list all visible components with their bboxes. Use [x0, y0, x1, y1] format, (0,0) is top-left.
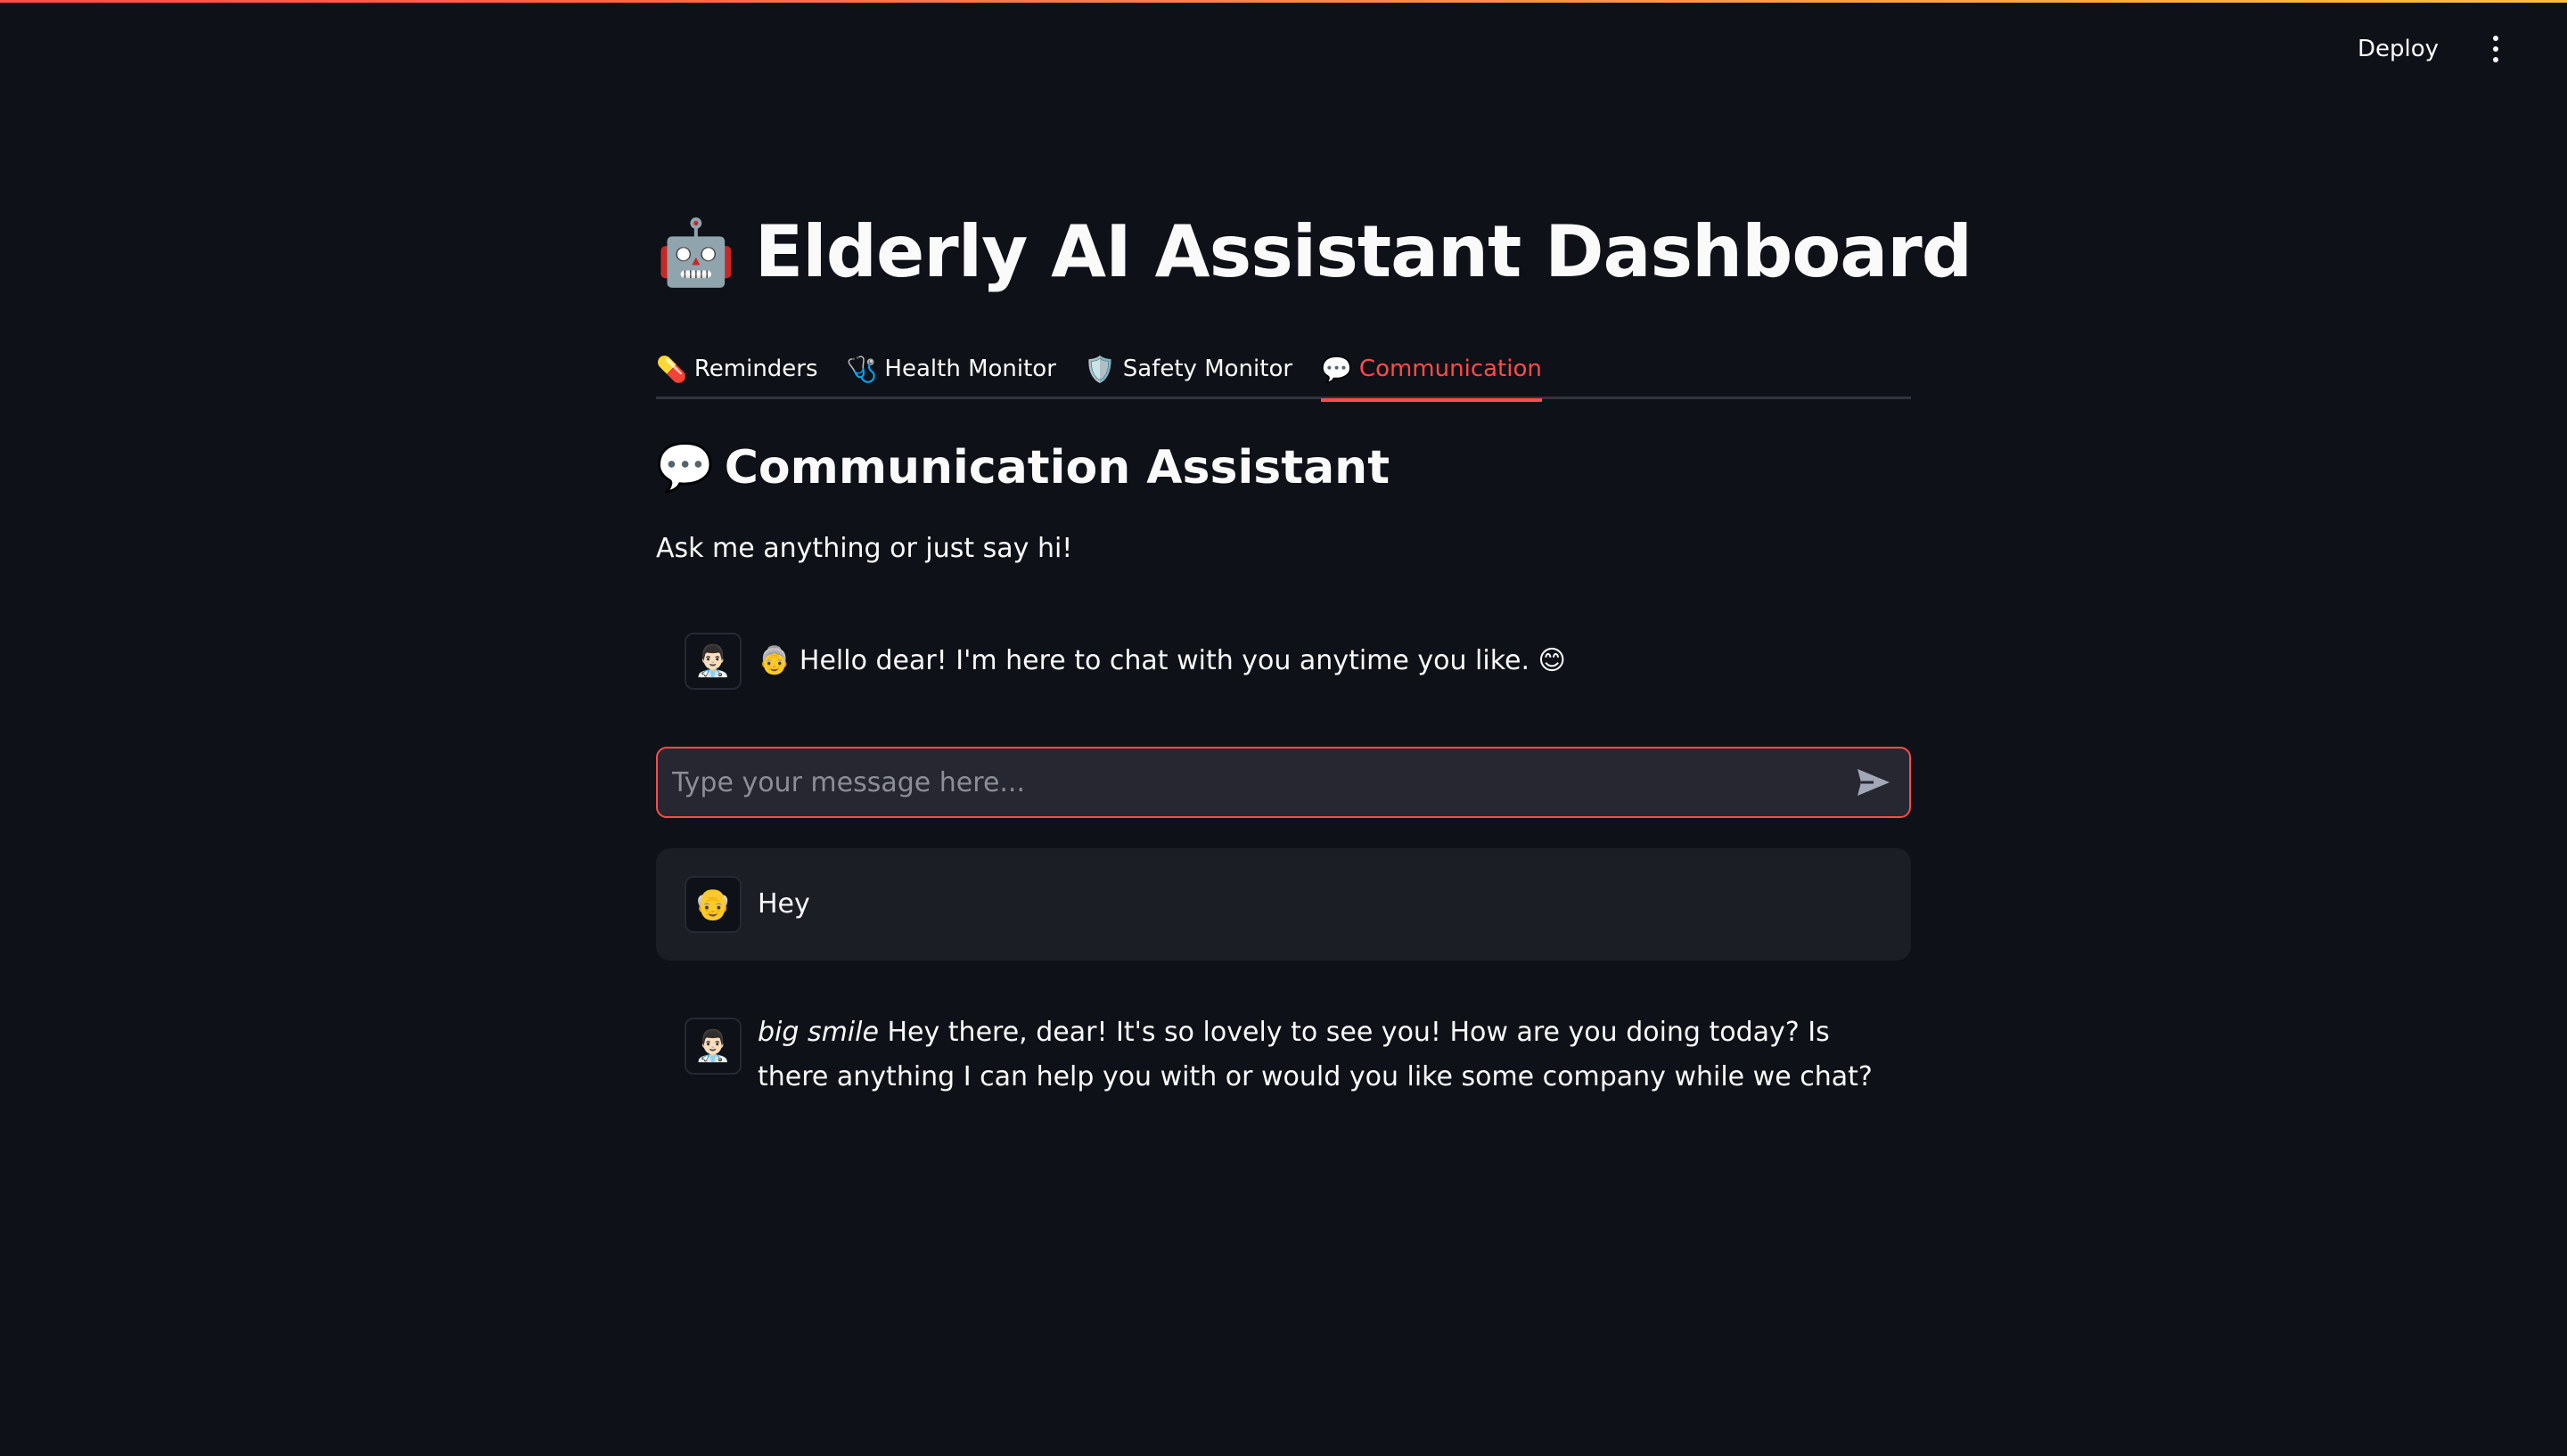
section-title: 💬 Communication Assistant: [656, 440, 1390, 495]
section-title-text: Communication Assistant: [724, 440, 1390, 495]
tab-label: Communication: [1358, 356, 1542, 382]
tab-label: Health Monitor: [884, 356, 1056, 382]
message-text: Hey: [758, 888, 810, 920]
tab-label: Safety Monitor: [1122, 356, 1293, 382]
page-title: 🤖 Elderly AI Assistant Dashboard: [656, 203, 1972, 301]
tab-communication[interactable]: 💬 Communication: [1321, 339, 1542, 402]
stethoscope-icon: 🩺: [846, 354, 878, 384]
robot-icon: 🤖: [656, 215, 736, 290]
chat-message-assistant: 👨🏻‍⚕️ 👵 Hello dear! I'm here to chat wit…: [656, 633, 1911, 690]
pill-icon: 💊: [656, 354, 687, 384]
tab-bar: 💊 Reminders 🩺 Health Monitor 🛡️ Safety M…: [656, 339, 1911, 402]
app-header: Deploy: [2343, 0, 2567, 98]
top-decoration-bar: [0, 0, 2567, 3]
tab-health-monitor[interactable]: 🩺 Health Monitor: [847, 339, 1056, 399]
assistant-avatar: 👨🏻‍⚕️: [685, 633, 742, 690]
deploy-button[interactable]: Deploy: [2343, 27, 2453, 71]
intro-text: Ask me anything or just say hi!: [656, 533, 1073, 564]
page-title-text: Elderly AI Assistant Dashboard: [754, 210, 1972, 293]
assistant-avatar: 👨🏻‍⚕️: [685, 1018, 742, 1075]
shield-icon: 🛡️: [1084, 354, 1116, 384]
message-input[interactable]: [672, 766, 1852, 798]
message-body: Hey there, dear! It's so lovely to see y…: [758, 1017, 1873, 1092]
chat-message-user: 👴 Hey: [656, 848, 1911, 961]
message-emphasis: big smile: [758, 1017, 879, 1048]
send-icon[interactable]: [1852, 761, 1895, 804]
chat-input-box: [656, 747, 1911, 818]
user-avatar: 👴: [685, 876, 742, 933]
speech-bubble-icon: 💬: [656, 441, 714, 495]
speech-bubble-icon: 💬: [1321, 354, 1352, 384]
chat-message-assistant: 👨🏻‍⚕️ big smile Hey there, dear! It's so…: [656, 1017, 1911, 1100]
tab-reminders[interactable]: 💊 Reminders: [656, 339, 818, 399]
kebab-menu-icon[interactable]: [2487, 31, 2505, 67]
message-text: big smile Hey there, dear! It's so lovel…: [758, 1010, 1882, 1100]
message-text: 👵 Hello dear! I'm here to chat with you …: [758, 645, 1566, 676]
tab-label: Reminders: [693, 356, 818, 382]
tab-safety-monitor[interactable]: 🛡️ Safety Monitor: [1085, 339, 1292, 399]
